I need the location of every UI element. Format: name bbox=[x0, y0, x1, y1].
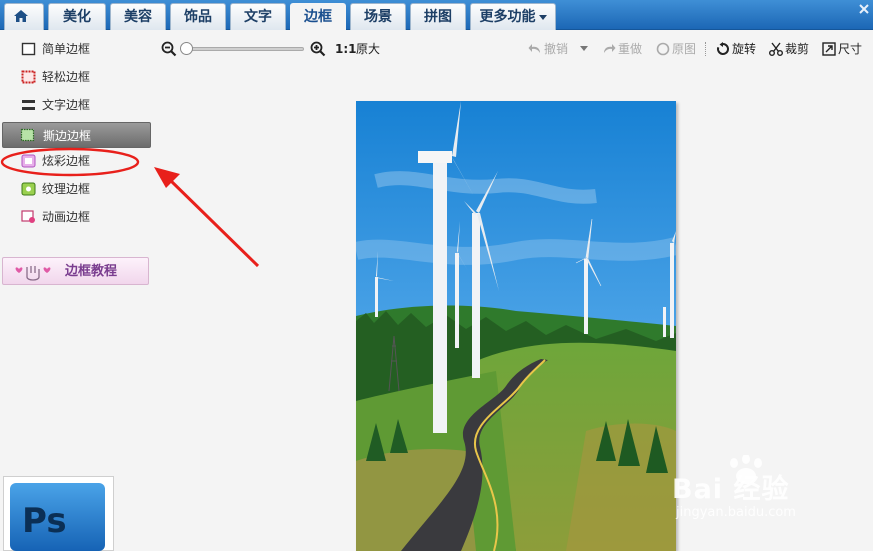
watermark-brand: Bai 经验 bbox=[672, 474, 790, 505]
tutorial-label: 边框教程 bbox=[65, 264, 118, 279]
sidebar-item-torn-edge-frame[interactable]: 撕边边框 bbox=[2, 122, 151, 148]
tab-frame[interactable]: 边框 bbox=[290, 3, 346, 30]
rotate-label: 旋转 bbox=[732, 42, 757, 56]
close-icon[interactable] bbox=[857, 2, 871, 16]
sidebar-item-label: 炫彩边框 bbox=[42, 154, 91, 168]
tab-more-features[interactable]: 更多功能 bbox=[470, 3, 556, 30]
tab-label: 饰品 bbox=[184, 9, 212, 25]
tab-scene[interactable]: 场景 bbox=[350, 3, 406, 30]
sidebar-item-texture-frame[interactable]: 纹理边框 bbox=[2, 176, 151, 202]
zoom-ratio-label: 1:1 bbox=[335, 42, 357, 56]
wind-turbine bbox=[663, 307, 666, 337]
top-nav-bar: 美化 美容 饰品 文字 边框 场景 拼图 更多功能 bbox=[0, 0, 873, 30]
zoom-in-icon[interactable] bbox=[310, 41, 326, 57]
hand-heart-icon bbox=[15, 266, 51, 281]
tab-beauty[interactable]: 美容 bbox=[110, 3, 166, 30]
original-image-label: 原图 bbox=[672, 42, 697, 56]
dazzle-frame-icon bbox=[21, 154, 36, 168]
redo-label: 重做 bbox=[618, 42, 643, 56]
sidebar-item-label: 动画边框 bbox=[42, 210, 91, 224]
tab-label: 边框 bbox=[304, 9, 332, 25]
easy-frame-icon bbox=[21, 70, 36, 84]
sidebar-item-label: 文字边框 bbox=[42, 98, 91, 112]
tab-beautify[interactable]: 美化 bbox=[48, 3, 106, 30]
undo-label: 撤销 bbox=[544, 42, 569, 56]
watermark-url: jingyan.baidu.com bbox=[676, 505, 796, 520]
tab-label: 更多功能 bbox=[479, 9, 536, 25]
redo-icon bbox=[604, 44, 616, 53]
zoom-out-icon[interactable] bbox=[161, 41, 177, 57]
sidebar-item-easy-frame[interactable]: 轻松边框 bbox=[2, 64, 151, 90]
tab-text[interactable]: 文字 bbox=[230, 3, 286, 30]
undo-icon bbox=[528, 44, 540, 53]
chevron-down-icon bbox=[538, 14, 547, 20]
tab-home[interactable] bbox=[4, 3, 44, 30]
text-frame-icon bbox=[22, 100, 35, 110]
home-icon bbox=[14, 10, 28, 22]
sidebar-item-text-frame[interactable]: 文字边框 bbox=[2, 92, 151, 118]
scissors-icon bbox=[769, 42, 783, 56]
tab-label: 文字 bbox=[244, 9, 272, 25]
toolbar-divider bbox=[705, 42, 706, 56]
texture-frame-icon bbox=[21, 182, 36, 196]
tab-label: 美容 bbox=[124, 9, 152, 25]
crop-button[interactable]: 裁剪 bbox=[769, 40, 815, 58]
simple-frame-icon bbox=[21, 42, 36, 56]
sidebar-item-label: 简单边框 bbox=[42, 42, 91, 56]
meitu-editor-window: 美化 美容 饰品 文字 边框 场景 拼图 更多功能 简单边框 轻松边框 文字边框… bbox=[0, 0, 873, 551]
zoom-slider[interactable] bbox=[183, 47, 304, 51]
tab-label: 场景 bbox=[364, 9, 392, 25]
rotate-button[interactable]: 旋转 bbox=[716, 40, 762, 58]
paw-icon bbox=[730, 455, 762, 484]
sidebar-item-simple-frame[interactable]: 简单边框 bbox=[2, 36, 151, 62]
sidebar-item-label: 撕边边框 bbox=[43, 129, 92, 143]
sidebar-item-label: 纹理边框 bbox=[42, 182, 91, 196]
original-image-button[interactable]: 原图 bbox=[656, 40, 702, 58]
rotate-icon bbox=[717, 42, 729, 55]
undo-dropdown-icon[interactable] bbox=[580, 46, 588, 51]
size-label: 尺寸 bbox=[838, 42, 863, 56]
tab-label: 美化 bbox=[63, 9, 91, 25]
size-button[interactable]: 尺寸 bbox=[822, 40, 868, 58]
original-image-icon bbox=[656, 42, 670, 56]
annotation-arrow bbox=[166, 176, 260, 268]
frame-tutorial-button[interactable]: 边框教程 bbox=[2, 257, 149, 285]
photo-canvas[interactable] bbox=[356, 101, 676, 551]
tab-collage[interactable]: 拼图 bbox=[410, 3, 466, 30]
zoom-slider-handle[interactable] bbox=[180, 42, 193, 55]
sidebar-item-label: 轻松边框 bbox=[42, 70, 91, 84]
arrow-head-icon bbox=[154, 167, 180, 188]
ps-logo-text: Ps bbox=[22, 501, 67, 541]
animation-frame-icon bbox=[21, 210, 35, 223]
redo-button[interactable]: 重做 bbox=[602, 40, 648, 58]
resize-icon bbox=[822, 42, 836, 56]
torn-edge-frame-icon bbox=[20, 128, 35, 142]
baidu-jingyan-watermark: Bai 经验 jingyan.baidu.com bbox=[648, 453, 873, 551]
crop-label: 裁剪 bbox=[785, 42, 810, 56]
undo-button[interactable]: 撤销 bbox=[528, 40, 574, 58]
tab-accessories[interactable]: 饰品 bbox=[170, 3, 226, 30]
tab-label: 拼图 bbox=[424, 9, 452, 25]
wind-turbine-landscape-photo bbox=[356, 101, 676, 551]
sidebar-item-animation-frame[interactable]: 动画边框 bbox=[2, 204, 151, 230]
sidebar-item-dazzle-frame[interactable]: 炫彩边框 bbox=[2, 148, 151, 174]
original-size-button[interactable]: 原大 bbox=[356, 41, 380, 57]
